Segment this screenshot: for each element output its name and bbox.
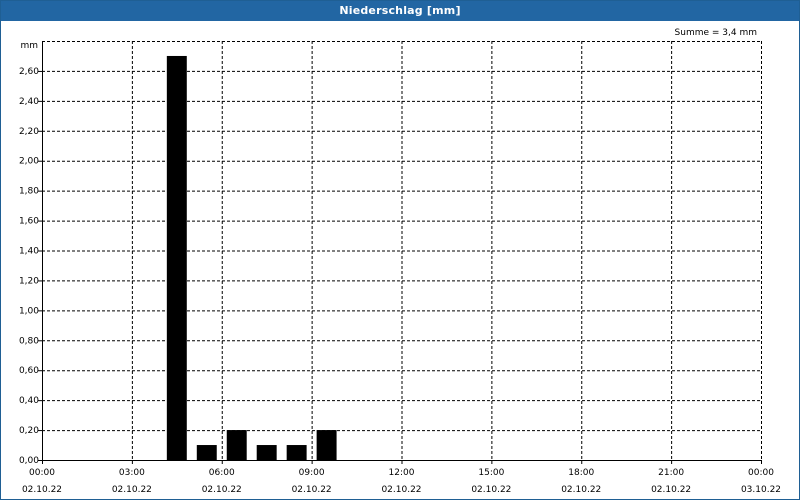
x-tick-time: 00:00	[748, 468, 774, 478]
x-tick-time: 06:00	[209, 468, 235, 478]
chart-window: Niederschlag [mm] 0,00 0,20 0,40 0,60 0,80 1,…	[0, 0, 800, 500]
y-tick-label: 1,60	[19, 217, 39, 227]
y-tick-label: 2,40	[19, 97, 39, 107]
y-axis-unit: mm	[20, 41, 38, 51]
y-tick-label: 0,40	[19, 396, 39, 406]
x-tick-time: 00:00	[29, 468, 55, 478]
x-tick-time: 18:00	[568, 468, 594, 478]
x-tick-date: 03.10.22	[741, 485, 781, 495]
x-tick-time: 12:00	[389, 468, 415, 478]
x-tick-time: 03:00	[119, 468, 145, 478]
y-tick-label: 1,40	[19, 247, 39, 257]
y-tick-label: 2,60	[19, 67, 39, 77]
x-tick-date: 02.10.22	[381, 485, 421, 495]
x-tick-date: 02.10.22	[292, 485, 332, 495]
x-tick-date: 02.10.22	[471, 485, 511, 495]
chart-title: Niederschlag [mm]	[1, 1, 799, 21]
bar	[286, 445, 307, 460]
y-tick-label: 1,00	[19, 306, 39, 316]
sum-annotation: Summe = 3,4 mm	[675, 28, 757, 38]
y-tick-label: 0,00	[19, 456, 39, 466]
bar	[166, 55, 187, 460]
y-tick-label: 1,20	[19, 276, 39, 286]
x-tick-date: 02.10.22	[22, 485, 62, 495]
bar	[316, 430, 337, 460]
precipitation-chart: 0,00 0,20 0,40 0,60 0,80 1,00 1,20 1,40 1,60 1,80…	[19, 28, 781, 495]
x-tick-date: 02.10.22	[651, 485, 691, 495]
y-tick-label: 0,60	[19, 366, 39, 376]
x-tick-time: 21:00	[658, 468, 684, 478]
bar	[226, 430, 247, 460]
x-tick-date: 02.10.22	[202, 485, 242, 495]
y-tick-label: 2,00	[19, 157, 39, 167]
y-tick-label: 1,80	[19, 187, 39, 197]
bar	[196, 445, 217, 460]
y-tick-label: 0,20	[19, 426, 39, 436]
y-tick-label: 2,20	[19, 127, 39, 137]
bar	[256, 445, 277, 460]
x-tick-time: 15:00	[478, 468, 504, 478]
y-tick-label: 0,80	[19, 336, 39, 346]
x-tick-date: 02.10.22	[561, 485, 601, 495]
x-tick-date: 02.10.22	[112, 485, 152, 495]
x-tick-time: 09:00	[299, 468, 325, 478]
